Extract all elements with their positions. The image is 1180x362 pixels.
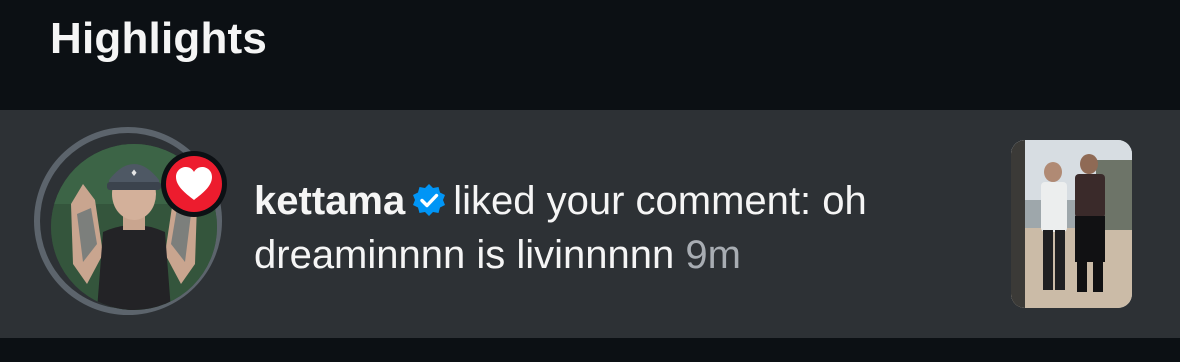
activity-page: Highlights ♦ kettama liked your comment:… xyxy=(0,0,1180,362)
heart-icon xyxy=(176,167,212,200)
section-title: Highlights xyxy=(50,14,268,63)
notification-row[interactable]: ♦ kettama liked your comment: oh dreamin… xyxy=(0,110,1180,338)
like-badge xyxy=(161,151,227,217)
bottom-divider xyxy=(0,338,1180,362)
post-thumbnail-image xyxy=(1011,140,1132,308)
section-header: Highlights xyxy=(0,0,1180,110)
username-link[interactable]: kettama xyxy=(254,179,405,223)
post-thumbnail[interactable] xyxy=(1011,140,1132,308)
timestamp: 9m xyxy=(685,233,741,277)
svg-text:♦: ♦ xyxy=(130,169,138,179)
notification-text: kettama liked your comment: oh dreaminnn… xyxy=(254,176,954,280)
verified-badge-icon xyxy=(411,180,447,230)
